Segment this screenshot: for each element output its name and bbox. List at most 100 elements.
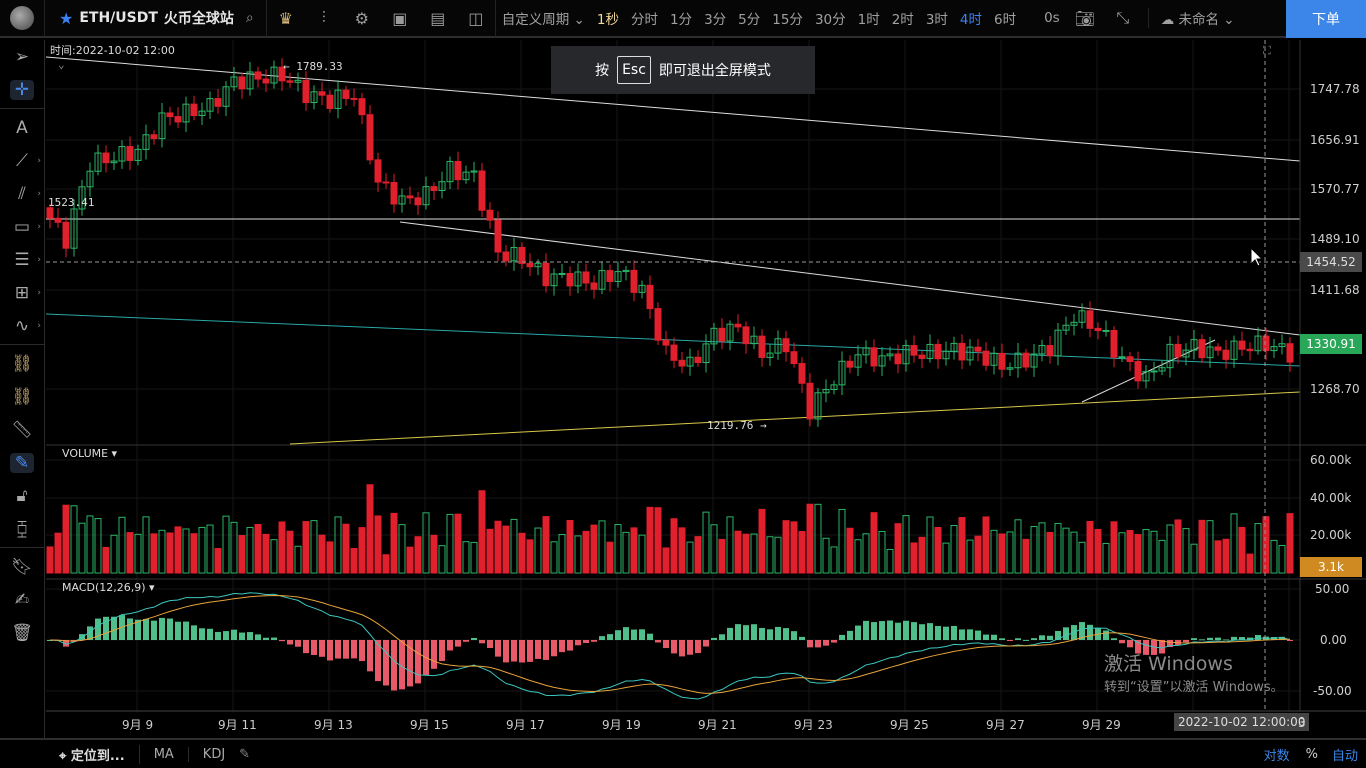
- volume-bar: [158, 529, 166, 574]
- macd-bar: [991, 634, 997, 640]
- log-scale-toggle[interactable]: 对数: [1254, 745, 1300, 764]
- volume-bar: [774, 536, 782, 574]
- camera-icon[interactable]: 📷︎: [1066, 9, 1104, 28]
- x-tick: 9月 9: [122, 718, 154, 732]
- period-2时[interactable]: 2时: [886, 8, 920, 28]
- percent-scale-toggle[interactable]: %: [1300, 747, 1324, 762]
- volume-bar: [982, 516, 990, 574]
- volume-bar: [726, 516, 734, 574]
- volume-bar: [798, 531, 806, 574]
- period-4时[interactable]: 4时: [954, 8, 988, 28]
- period-15分[interactable]: 15分: [766, 8, 809, 28]
- fib-tool-icon[interactable]: ☰ ›: [0, 243, 44, 276]
- kdj-indicator-button[interactable]: KDJ: [189, 747, 239, 762]
- collapse-chevron-icon[interactable]: ⌄: [58, 58, 65, 71]
- windows-activation-hint: 转到“设置”以激活 Windows。: [1104, 680, 1284, 695]
- template-icon[interactable]: ▣: [381, 9, 419, 28]
- macd-bar: [143, 618, 149, 640]
- period-6时[interactable]: 6时: [988, 8, 1022, 28]
- macd-bar: [807, 640, 813, 648]
- ruler-icon[interactable]: 📏︎: [0, 413, 44, 446]
- indicator-icon[interactable]: ⫶: [305, 8, 343, 28]
- crosshair-tool-icon[interactable]: ✛: [0, 73, 44, 106]
- period-5分[interactable]: 5分: [732, 8, 766, 28]
- locate-button[interactable]: ⌖ 定位到...: [45, 744, 140, 764]
- edit-indicator-icon[interactable]: ✎: [239, 747, 250, 762]
- volume-bar: [1046, 531, 1054, 574]
- macd-title[interactable]: MACD(12,26,9) ▾: [62, 581, 155, 594]
- candles-visibility-icon[interactable]: ⧮: [0, 512, 44, 545]
- cursor-arrow-icon[interactable]: ➢: [0, 40, 44, 73]
- macd-bar: [391, 640, 397, 691]
- candle: [934, 343, 942, 360]
- volume-bar: [230, 521, 238, 574]
- candle: [1022, 352, 1030, 368]
- magnet-icon[interactable]: ⛓: [0, 347, 44, 380]
- layout-icon[interactable]: ◫: [457, 9, 495, 28]
- period-30分[interactable]: 30分: [809, 8, 852, 28]
- period-3时[interactable]: 3时: [920, 8, 954, 28]
- ma-indicator-button[interactable]: MA: [140, 746, 189, 762]
- volume-bar: [166, 532, 174, 574]
- gear-icon[interactable]: ⚙: [343, 9, 381, 28]
- wave-tool-icon[interactable]: ∿ ›: [0, 309, 44, 342]
- text-tool-icon[interactable]: A: [0, 111, 44, 144]
- macd-bar: [287, 640, 293, 645]
- macd-bar: [695, 640, 701, 654]
- volume-title[interactable]: VOLUME ▾: [62, 447, 117, 460]
- period-3分[interactable]: 3分: [698, 8, 732, 28]
- edit-list-icon[interactable]: ✍: [0, 583, 44, 616]
- trendline-tool-icon[interactable]: ⟋ ›: [0, 144, 44, 177]
- volume-bar: [654, 507, 662, 574]
- macd-bar: [1039, 635, 1045, 640]
- macd-bar: [263, 637, 269, 640]
- candle: [798, 363, 806, 384]
- candle: [894, 353, 902, 365]
- channel-tool-icon[interactable]: ⫽ ›: [0, 177, 44, 210]
- period-1分[interactable]: 1分: [664, 8, 698, 28]
- auto-scale-toggle[interactable]: 自动: [1324, 745, 1366, 764]
- compare-icon[interactable]: ▤: [419, 9, 457, 28]
- symbol-name: ETH/USDT: [79, 10, 158, 26]
- lock-icon[interactable]: 🔓︎: [0, 479, 44, 512]
- fullscreen-icon[interactable]: ⛶: [1263, 44, 1271, 58]
- volume-bar: [1286, 513, 1294, 574]
- exit-fullscreen-icon[interactable]: ⤡: [1104, 8, 1142, 28]
- volume-bar: [838, 508, 846, 574]
- bookmark-icon[interactable]: 🔖︎: [0, 550, 44, 583]
- crown-icon[interactable]: ♛: [267, 9, 305, 28]
- candle: [486, 209, 494, 221]
- volume-bar: [334, 516, 342, 574]
- volume-bar: [574, 535, 582, 574]
- period-分时[interactable]: 分时: [625, 8, 664, 28]
- pen-tool-icon[interactable]: ✎: [0, 446, 44, 479]
- magnet-strong-icon[interactable]: ⛓: [0, 380, 44, 413]
- symbol-selector[interactable]: ★ ETH/USDT 火币全球站 ⌕: [45, 0, 267, 37]
- volume-bar: [1174, 519, 1182, 574]
- volume-bar: [238, 534, 246, 574]
- cloud-save-button[interactable]: ☁ 未命名 ⌄: [1155, 8, 1241, 28]
- volume-bar: [990, 529, 998, 574]
- trash-icon[interactable]: 🗑︎: [0, 616, 44, 649]
- volume-bar: [630, 527, 638, 574]
- volume-bar: [742, 533, 750, 574]
- logo[interactable]: [0, 0, 45, 37]
- macd-bar: [127, 618, 133, 640]
- rectangle-tool-icon[interactable]: ▭ ›: [0, 210, 44, 243]
- high-price-label: ← 1789.33: [283, 60, 343, 73]
- favorite-star-icon[interactable]: ★: [59, 9, 73, 28]
- period-1秒[interactable]: 1秒: [591, 8, 625, 28]
- candle: [350, 97, 358, 100]
- candle: [1126, 356, 1134, 363]
- custom-period-dropdown[interactable]: 自定义周期 ⌄: [496, 8, 591, 28]
- search-icon[interactable]: ⌕: [246, 10, 254, 26]
- trendline-yellow[interactable]: [289, 391, 1301, 445]
- macd-bar: [863, 620, 869, 640]
- volume-bar: [1086, 520, 1094, 574]
- x-tick: 9月 17: [506, 718, 545, 732]
- grid-tool-icon[interactable]: ⊞ ›: [0, 276, 44, 309]
- volume-bar: [902, 515, 910, 574]
- period-1时[interactable]: 1时: [852, 8, 886, 28]
- order-button[interactable]: 下单: [1286, 0, 1366, 38]
- volume-bar: [966, 539, 974, 574]
